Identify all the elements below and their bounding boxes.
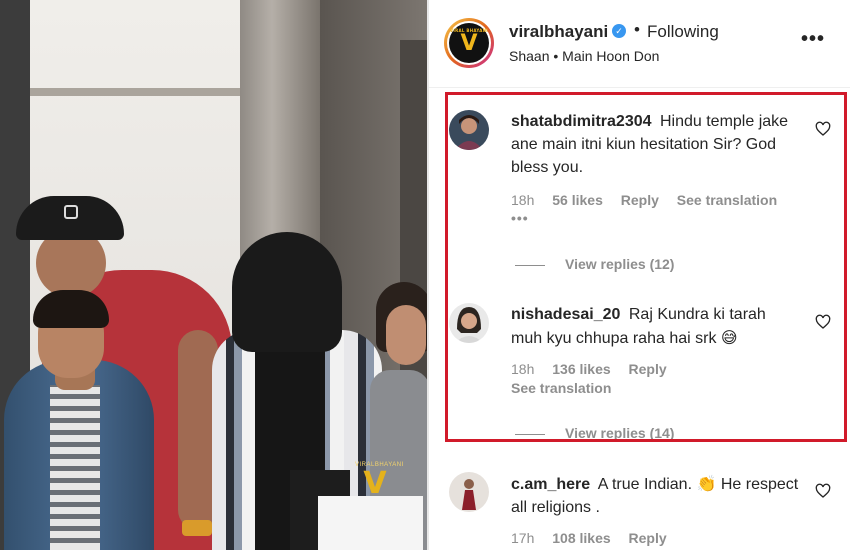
view-replies-button[interactable]: View replies (12) [515, 256, 674, 272]
view-replies-label: View replies (14) [565, 425, 675, 441]
verified-check-icon: ✓ [612, 24, 626, 38]
watermark-letter: V [363, 466, 387, 501]
following-button[interactable]: Following [647, 22, 719, 42]
emoji-clapping-hands: 👏 [696, 474, 717, 493]
header-separator: • [634, 20, 640, 39]
profile-avatar[interactable]: VIRAL BHAYANI V [444, 18, 494, 68]
comment-time: 18h [511, 192, 535, 208]
heart-icon[interactable] [815, 314, 831, 330]
heart-icon[interactable] [815, 483, 831, 499]
inset-person-shirt [50, 385, 100, 550]
cap-logo [64, 205, 78, 219]
comment-username[interactable]: nishadesai_20 [511, 306, 620, 323]
comment-time: 17h [511, 530, 535, 546]
comment-meta-2: See translation [511, 380, 625, 396]
comment-body: c.am_here A true Indian. 👏 He respect al… [511, 472, 801, 519]
more-options-icon[interactable]: ••• [801, 28, 825, 51]
reply-button[interactable]: Reply [629, 361, 667, 377]
comment-username[interactable]: shatabdimitra2304 [511, 113, 652, 130]
person-woman-face [386, 305, 426, 365]
comment-options-icon[interactable]: ••• [511, 210, 529, 226]
watermark-logo: VIRALBHAYANI V [355, 462, 403, 504]
post-username[interactable]: viralbhayani [509, 22, 608, 42]
view-replies-line [515, 264, 545, 266]
view-replies-line [515, 433, 545, 435]
comment-likes[interactable]: 108 likes [552, 530, 610, 546]
comment-text: A true Indian. [597, 476, 693, 493]
comment-avatar[interactable] [449, 303, 489, 343]
background-beam [30, 88, 240, 96]
see-translation-link[interactable]: See translation [677, 192, 777, 208]
comments-panel: VIRAL BHAYANI V viralbhayani ✓ • Followi… [429, 0, 850, 550]
inset-person-hair [33, 290, 109, 328]
comment-body: shatabdimitra2304 Hindu temple jake ane … [511, 110, 801, 179]
comment-username[interactable]: c.am_here [511, 476, 590, 493]
reply-button[interactable]: Reply [621, 192, 659, 208]
see-translation-link[interactable]: See translation [511, 380, 611, 396]
view-replies-label: View replies (12) [565, 256, 675, 272]
post-media[interactable]: VIRALBHAYANI V [0, 0, 427, 550]
comment-body: nishadesai_20 Raj Kundra ki tarah muh ky… [511, 303, 801, 350]
media-foreground-object [318, 496, 423, 550]
avatar-brand-text: VIRAL BHAYANI [449, 28, 489, 33]
comment-likes[interactable]: 136 likes [552, 361, 610, 377]
post-header: VIRAL BHAYANI V viralbhayani ✓ • Followi… [429, 0, 850, 88]
comment-avatar[interactable] [449, 472, 489, 512]
audio-subline[interactable]: Shaan • Main Hoon Don [509, 48, 659, 64]
comment-time: 18h [511, 361, 535, 377]
comment-avatar[interactable] [449, 110, 489, 150]
person-hood [232, 232, 342, 352]
comment-likes[interactable]: 56 likes [552, 192, 603, 208]
comment-meta: 18h 56 likes Reply See translation [511, 192, 791, 208]
reply-button[interactable]: Reply [629, 530, 667, 546]
view-replies-button[interactable]: View replies (14) [515, 425, 674, 441]
comment-meta: 18h 136 likes Reply [511, 361, 681, 377]
heart-icon[interactable] [815, 121, 831, 137]
emoji-sweat-smile: 😅 [720, 328, 738, 347]
comment-meta: 17h 108 likes Reply [511, 530, 681, 546]
avatar-letter: V [460, 30, 478, 56]
wrist-watch [182, 520, 212, 536]
